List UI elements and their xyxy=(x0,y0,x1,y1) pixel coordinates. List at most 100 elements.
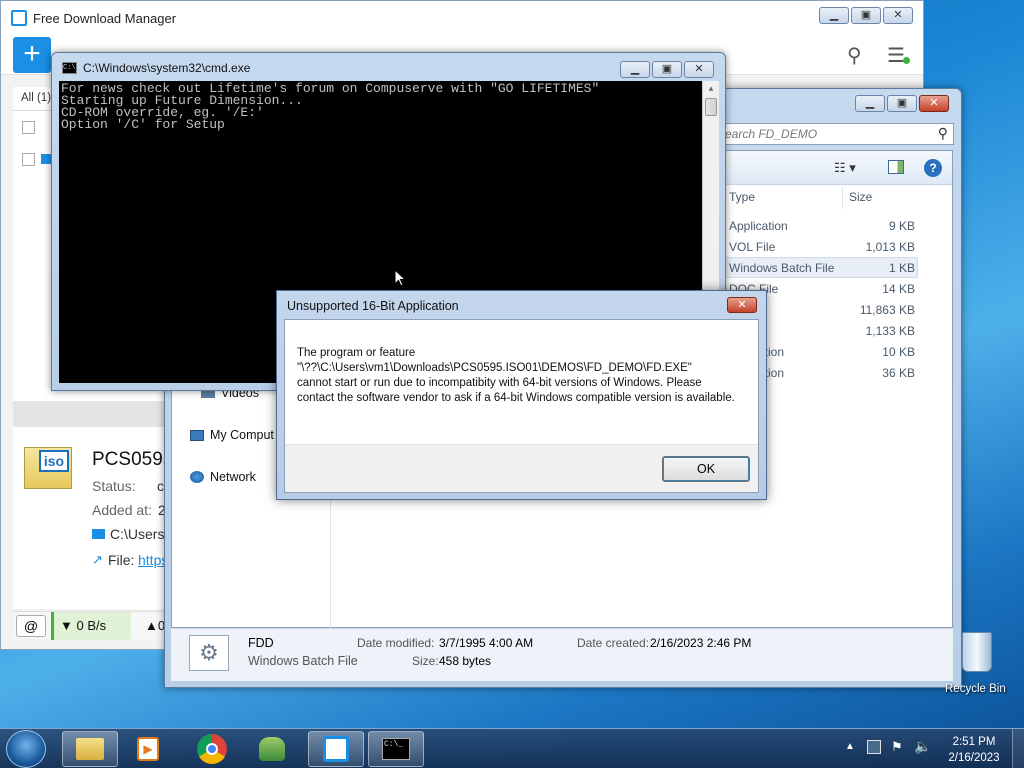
details-file-kind: Windows Batch File xyxy=(248,654,358,668)
search-icon[interactable]: ⚲ xyxy=(847,43,862,68)
explorer-minimize-button[interactable]: ▁ xyxy=(855,95,885,112)
system-clock[interactable]: 2:51 PM 2/16/2023 xyxy=(942,734,1006,766)
explorer-close-button[interactable]: ✕ xyxy=(919,95,949,112)
network-tray-icon[interactable] xyxy=(867,740,881,754)
file-size: 14 KB xyxy=(882,282,915,296)
recycle-bin-icon xyxy=(962,632,992,672)
scroll-thumb[interactable] xyxy=(705,98,717,116)
select-all-checkbox[interactable] xyxy=(22,121,35,134)
help-icon[interactable]: ? xyxy=(924,159,942,177)
users-icon xyxy=(259,737,285,761)
filter-all-tab[interactable]: All (1) xyxy=(21,92,51,104)
view-options-icon[interactable]: ☷ ▾ xyxy=(834,160,856,176)
details-size-label: Size: xyxy=(412,654,439,668)
taskbar-network-app[interactable] xyxy=(244,731,300,767)
clock-time: 2:51 PM xyxy=(952,736,996,748)
explorer-search-placeholder: earch FD_DEMO xyxy=(725,127,818,141)
taskbar-explorer[interactable] xyxy=(62,731,118,767)
show-hidden-icons-icon[interactable]: ▲ xyxy=(845,741,855,752)
details-file-name: FDD xyxy=(248,636,274,650)
volume-icon[interactable]: 🔈 xyxy=(914,738,931,755)
file-size: 11,863 KB xyxy=(859,303,915,317)
fdm-maximize-button[interactable]: ▣ xyxy=(851,7,881,24)
dialog-content: The program or feature "\??\C:\Users\vm1… xyxy=(284,319,759,493)
speed-down-indicator: ▼ 0 B/s xyxy=(51,612,131,640)
explorer-search-box[interactable]: earch FD_DEMO ⚲ xyxy=(722,123,954,145)
unsupported-app-dialog: Unsupported 16-Bit Application ✕ The pro… xyxy=(276,290,767,500)
taskbar-chrome[interactable] xyxy=(184,731,240,767)
column-header-size[interactable]: Size xyxy=(849,190,872,204)
media-player-icon: ▶ xyxy=(137,737,159,761)
file-type: Windows Batch File xyxy=(729,261,835,275)
clock-date: 2/16/2023 xyxy=(948,752,1000,764)
console-line: Option '/C' for Setup xyxy=(61,117,225,132)
show-desktop-button[interactable] xyxy=(1012,729,1024,768)
file-size: 9 KB xyxy=(888,219,915,233)
mouse-pointer-icon xyxy=(394,269,406,287)
speed-up-indicator: ▲0 xyxy=(145,618,166,633)
cmd-title-text: C:\Windows\system32\cmd.exe xyxy=(83,61,251,75)
snail-mode-icon[interactable]: @ xyxy=(16,615,46,637)
folder-path[interactable]: C:\Users xyxy=(110,526,164,542)
file-type: VOL File xyxy=(729,240,776,254)
add-download-button[interactable]: + xyxy=(13,37,51,73)
menu-icon[interactable]: ☰ xyxy=(887,43,905,68)
cmd-close-button[interactable]: ✕ xyxy=(684,61,714,78)
ok-button[interactable]: OK xyxy=(662,456,750,482)
preview-pane-icon[interactable] xyxy=(888,160,904,174)
dialog-message-line: cannot start or run due to incompatibity… xyxy=(297,377,735,404)
dialog-close-button[interactable]: ✕ xyxy=(727,297,757,313)
recycle-bin-shortcut[interactable]: Recycle Bin xyxy=(942,630,1012,700)
row-checkbox[interactable] xyxy=(22,153,35,166)
start-button[interactable] xyxy=(6,730,46,768)
column-header-type[interactable]: Type xyxy=(729,190,755,204)
nav-computer-label: My Comput xyxy=(210,428,274,442)
external-link-icon: ↗ xyxy=(92,552,103,567)
details-created-value: 2/16/2023 2:46 PM xyxy=(650,636,752,650)
dialog-message: The program or feature "\??\C:\Users\vm1… xyxy=(297,346,737,406)
taskbar: ▶ C:\_ ▲ ⚑ 🔈 2:51 PM 2/16/2023 xyxy=(0,728,1024,768)
fdm-statusbar: @ ▼ 0 B/s ▲0 xyxy=(13,611,166,640)
status-label: Status: xyxy=(92,478,136,494)
column-header-divider xyxy=(842,187,843,209)
taskbar-fdm[interactable] xyxy=(308,731,364,767)
file-size: 1,013 KB xyxy=(865,240,915,254)
dialog-message-line: The program or feature xyxy=(297,347,416,359)
cmd-taskbar-icon: C:\_ xyxy=(382,738,410,760)
fdm-titlebar: Free Download Manager xyxy=(1,1,923,35)
taskbar-cmd[interactable]: C:\_ xyxy=(368,731,424,767)
action-center-icon[interactable]: ⚑ xyxy=(891,739,903,755)
details-created-label: Date created: xyxy=(577,636,650,650)
taskbar-media-player[interactable]: ▶ xyxy=(120,731,176,767)
dialog-button-bar: OK xyxy=(285,444,758,492)
fdm-close-button[interactable]: ✕ xyxy=(883,7,913,24)
scroll-up-icon[interactable]: ▲ xyxy=(703,81,719,98)
cmd-minimize-button[interactable]: ▁ xyxy=(620,61,650,78)
explorer-details-pane: ⚙ FDD Windows Batch File Date modified: … xyxy=(171,628,953,681)
file-type: Application xyxy=(729,219,788,233)
chrome-icon xyxy=(197,734,227,764)
nav-my-computer[interactable]: My Comput xyxy=(190,428,274,442)
added-label: Added at: xyxy=(92,502,152,518)
fdm-detail-pane: iso PCS0595 Status: c Added at: 2 C:\Use… xyxy=(13,427,173,609)
details-modified-label: Date modified: xyxy=(357,636,435,650)
file-size: 1,133 KB xyxy=(865,324,915,338)
dialog-title: Unsupported 16-Bit Application xyxy=(287,299,459,313)
fdm-detail-divider xyxy=(13,401,165,427)
download-name: PCS0595 xyxy=(92,449,174,470)
cmd-maximize-button[interactable]: ▣ xyxy=(652,61,682,78)
recycle-bin-label: Recycle Bin xyxy=(945,683,1006,695)
file-size: 1 KB xyxy=(888,261,915,275)
explorer-maximize-button[interactable]: ▣ xyxy=(887,95,917,112)
fdm-app-icon xyxy=(323,736,349,762)
fdm-title-text: Free Download Manager xyxy=(33,10,177,26)
status-dot-icon xyxy=(903,57,910,64)
search-icon: ⚲ xyxy=(937,125,948,141)
iso-file-icon: iso xyxy=(24,447,72,489)
fdm-minimize-button[interactable]: ▁ xyxy=(819,7,849,24)
nav-network-label: Network xyxy=(210,470,256,484)
file-size: 10 KB xyxy=(882,345,915,359)
file-label: File: xyxy=(108,552,135,568)
dialog-message-path: "\??\C:\Users\vm1\Downloads\PCS0595.ISO0… xyxy=(297,362,692,374)
nav-network[interactable]: Network xyxy=(190,470,256,484)
